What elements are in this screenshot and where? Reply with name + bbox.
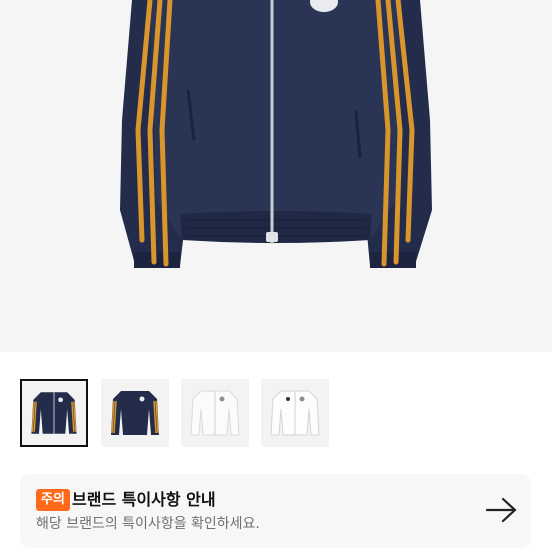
brand-notice-card[interactable]: 주의 브랜드 특이사항 안내 해당 브랜드의 특이사항을 확인하세요.	[20, 474, 531, 548]
thumbnail-strip	[0, 352, 552, 462]
arrow-right-icon[interactable]	[485, 496, 519, 524]
thumbnail-navy-jacket-back[interactable]	[101, 379, 169, 447]
product-hero-image	[0, 0, 552, 352]
white-jacket-alt-icon	[270, 390, 320, 436]
navy-jacket-back-icon	[111, 391, 159, 435]
notice-title: 브랜드 특이사항 안내	[72, 490, 216, 509]
navy-jacket-front-icon	[31, 392, 77, 434]
notice-subtitle: 해당 브랜드의 특이사항을 확인하세요.	[36, 516, 260, 532]
thumbnail-navy-jacket-front[interactable]	[20, 379, 88, 447]
thumbnail-white-jacket-front[interactable]	[181, 379, 249, 447]
caution-badge: 주의	[36, 489, 70, 511]
thumbnail-white-jacket-alt[interactable]	[261, 379, 329, 447]
jacket-illustration	[120, 0, 432, 268]
white-jacket-front-icon	[190, 390, 240, 436]
